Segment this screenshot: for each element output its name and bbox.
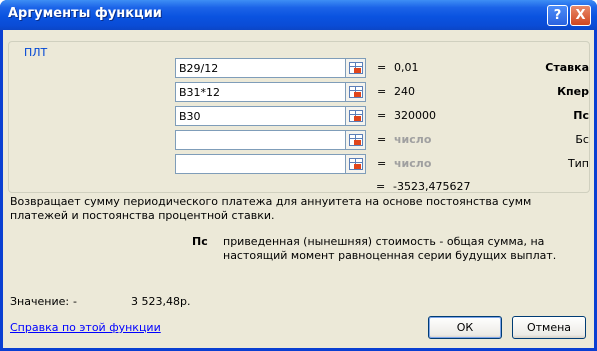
arg-row-rate: Ставка B29/12 = 0,01 [9,58,589,78]
arg-input-rate[interactable]: B29/12 [175,58,366,78]
arg-result-rate: 0,01 [394,61,419,74]
value-dash: - [73,295,77,308]
arg-input-pv-value: B30 [179,110,201,123]
current-arg-name: Пс [192,235,208,248]
collapse-dialog-icon[interactable] [345,82,366,102]
function-args-group: ПЛТ Ставка B29/12 = 0,01 Кпер B31*12 = 2… [8,41,590,193]
collapse-dialog-icon[interactable] [345,130,366,150]
help-button[interactable]: ? [547,5,568,26]
arg-row-fv: Бс = число [9,130,589,150]
equals-sign: = [377,157,387,170]
arg-label-rate: Ставка [545,61,589,74]
arg-label-fv: Бс [575,133,589,146]
arg-input-rate-value: B29/12 [179,62,219,75]
arg-input-nper[interactable]: B31*12 [175,82,366,102]
function-help-link[interactable]: Справка по этой функции [10,321,161,334]
value-result: 3 523,48р. [131,295,191,308]
arg-input-type[interactable] [175,154,366,174]
arg-input-pv[interactable]: B30 [175,106,366,126]
arg-input-fv[interactable] [175,130,366,150]
arg-result-pv: 320000 [394,109,436,122]
equals-sign: = [377,109,387,122]
close-button[interactable]: X [570,5,591,26]
function-description: Возвращает сумму периодического платежа … [10,195,532,222]
arg-row-type: Тип = число [9,154,589,174]
arg-result-nper: 240 [394,85,415,98]
collapse-dialog-icon[interactable] [345,58,366,78]
dialog-title: Аргументы функции [8,6,162,21]
arg-label-pv: Пс [573,109,589,122]
formula-result: -3523,475627 [393,180,471,193]
equals-sign: = [377,85,387,98]
cancel-button[interactable]: Отмена [512,316,586,339]
arg-input-nper-value: B31*12 [179,86,221,99]
ok-button[interactable]: ОК [428,316,502,339]
title-bar[interactable]: Аргументы функции ? X [0,0,597,30]
arg-label-nper: Кпер [557,85,589,98]
arg-row-nper: Кпер B31*12 = 240 [9,82,589,102]
current-arg-description: приведенная (нынешняя) стоимость - общая… [223,235,557,262]
dialog-body: ПЛТ Ставка B29/12 = 0,01 Кпер B31*12 = 2… [3,30,594,348]
equals-sign: = [377,133,387,146]
dialog-window: Аргументы функции ? X ПЛТ Ставка B29/12 … [0,0,597,351]
arg-label-type: Тип [567,157,589,170]
collapse-dialog-icon[interactable] [345,106,366,126]
equals-sign: = [377,61,387,74]
arg-result-fv: число [394,133,432,146]
arg-row-pv: Пс B30 = 320000 [9,106,589,126]
formula-result-equals: = [376,180,386,193]
arg-result-type: число [394,157,432,170]
value-label: Значение: [10,295,70,308]
collapse-dialog-icon[interactable] [345,154,366,174]
